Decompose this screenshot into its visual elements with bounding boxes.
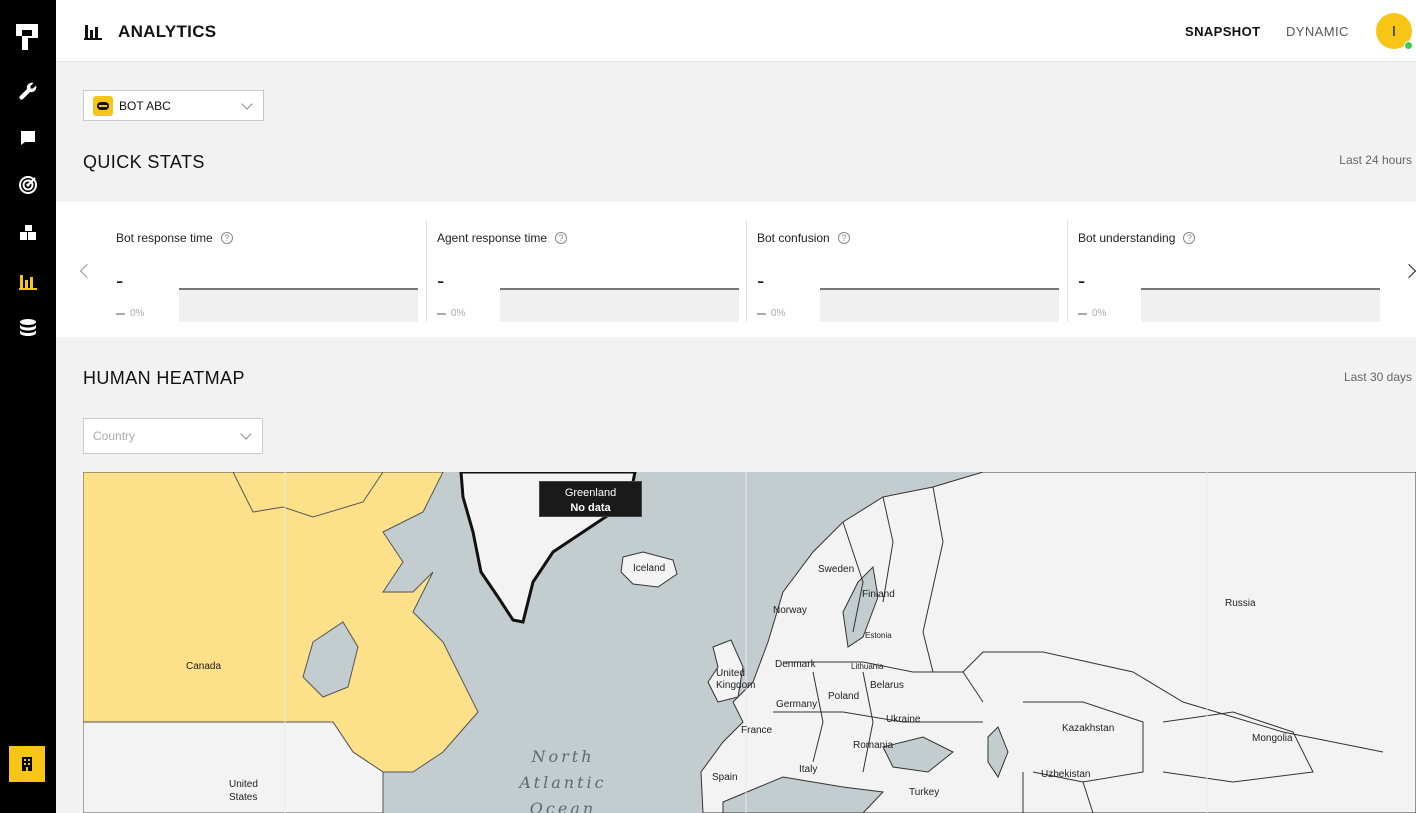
stat-card-bot-understanding: Bot understanding? - 0% — [1067, 220, 1387, 322]
sparkline — [179, 288, 418, 322]
map-label-germany: Germany — [776, 699, 818, 710]
dash-icon — [1078, 312, 1087, 315]
chevron-down-icon — [241, 98, 253, 110]
map-label-romania: Romania — [853, 740, 894, 751]
help-icon[interactable]: ? — [837, 232, 850, 244]
help-icon[interactable]: ? — [555, 232, 568, 244]
map-label-lithuania: Lithuania — [851, 662, 884, 671]
world-map — [83, 472, 1416, 813]
app-logo-icon[interactable] — [16, 24, 40, 50]
database-icon — [20, 319, 36, 336]
map-label-canada: Canada — [186, 661, 222, 672]
building-icon — [22, 757, 32, 771]
nav-item-data[interactable] — [14, 314, 42, 342]
map-label-france: France — [741, 725, 773, 736]
nav-item-integrations[interactable] — [14, 219, 42, 247]
map-tooltip: Greenland No data — [539, 481, 642, 517]
stat-label: Bot understanding — [1078, 231, 1176, 245]
sparkline — [1141, 288, 1380, 322]
stat-card-agent-response-time: Agent response time? - 0% — [426, 220, 746, 322]
chevron-down-icon — [240, 428, 252, 440]
map-label-belarus: Belarus — [870, 680, 904, 691]
map-label-denmark: Denmark — [775, 659, 816, 670]
avatar-initial: I — [1391, 22, 1397, 40]
blocks-icon — [20, 225, 36, 240]
target-icon — [19, 176, 37, 194]
stat-value: - — [116, 268, 124, 293]
dash-icon — [757, 312, 766, 315]
nav-item-goals[interactable] — [14, 171, 42, 199]
sparkline — [820, 288, 1059, 322]
dash-icon — [437, 312, 446, 315]
nav-rail — [0, 0, 56, 813]
country-select-placeholder: Country — [93, 429, 136, 443]
map-label-ukraine: Ukraine — [886, 714, 921, 725]
map-label-finland: Finland — [862, 589, 895, 600]
map-label-mongolia: Mongolia — [1252, 733, 1293, 744]
tooltip-country: Greenland — [564, 487, 617, 499]
map-label-kazakhstan: Kazakhstan — [1062, 723, 1115, 734]
heatmap-map[interactable]: Canada United States Iceland Sweden Finl… — [83, 472, 1416, 813]
bar-chart-icon — [19, 275, 37, 290]
stat-label: Bot response time — [116, 231, 213, 245]
map-label-italy: Italy — [799, 764, 818, 775]
tab-snapshot[interactable]: SNAPSHOT — [1185, 24, 1260, 39]
wrench-icon — [19, 82, 37, 100]
stat-card-bot-response-time: Bot response time? - 0% — [116, 220, 436, 322]
bot-selector-value: BOT ABC — [119, 98, 171, 113]
nav-item-analytics[interactable] — [14, 267, 42, 295]
map-label-norway: Norway — [773, 605, 807, 616]
stat-card-bot-confusion: Bot confusion? - 0% — [746, 220, 1066, 322]
carousel-next-arrow-icon[interactable] — [1401, 263, 1416, 279]
map-label-united-states: United States — [229, 779, 258, 803]
nav-item-tools[interactable] — [14, 77, 42, 105]
map-label-iceland: Iceland — [633, 563, 666, 574]
country-select-dropdown[interactable]: Country — [83, 418, 263, 454]
stat-value: - — [757, 268, 765, 293]
quick-stats-carousel: Bot response time? - 0% Agent response t… — [56, 202, 1416, 337]
map-label-poland: Poland — [828, 691, 860, 702]
carousel-prev-arrow-icon[interactable] — [79, 263, 95, 279]
sparkline — [500, 288, 739, 322]
chat-icon — [21, 131, 35, 145]
map-label-estonia: Estonia — [865, 631, 892, 640]
stat-value: - — [1078, 268, 1086, 293]
stat-change: 0% — [451, 308, 466, 319]
stat-label: Agent response time — [437, 231, 548, 245]
stat-value: - — [437, 268, 445, 293]
stat-label: Bot confusion — [757, 231, 830, 245]
stat-change: 0% — [1092, 308, 1107, 319]
quick-stats-period: Last 24 hours — [1339, 153, 1412, 167]
map-region-eurasia[interactable] — [700, 472, 1416, 813]
tooltip-value: No data — [570, 502, 611, 514]
heatmap-period: Last 30 days — [1343, 370, 1412, 384]
organization-button[interactable] — [9, 746, 45, 782]
nav-item-conversations[interactable] — [14, 124, 42, 152]
help-icon[interactable]: ? — [220, 232, 233, 244]
map-label-united-kingdom: United Kingdom — [716, 668, 756, 691]
quick-stats-title: QUICK STATS — [83, 152, 205, 172]
map-label-turkey: Turkey — [909, 787, 940, 798]
dash-icon — [116, 312, 125, 315]
help-icon[interactable]: ? — [1183, 232, 1196, 244]
map-label-sweden: Sweden — [818, 564, 855, 575]
map-label-russia: Russia — [1225, 598, 1256, 609]
stat-change: 0% — [130, 308, 145, 319]
stat-change: 0% — [771, 308, 786, 319]
top-header: ANALYTICS SNAPSHOT DYNAMIC I — [56, 0, 1416, 62]
online-status-badge — [1404, 41, 1413, 50]
bot-icon — [93, 95, 113, 116]
tab-dynamic[interactable]: DYNAMIC — [1286, 24, 1349, 39]
heatmap-title: HUMAN HEATMAP — [83, 368, 245, 388]
map-label-uzbekistan: Uzbekistan — [1041, 769, 1091, 780]
bot-selector-dropdown[interactable]: BOT ABC — [83, 90, 264, 121]
map-label-north-atlantic-ocean: North Atlantic Ocean — [519, 747, 607, 813]
bar-chart-icon — [84, 25, 102, 40]
map-label-spain: Spain — [712, 772, 738, 783]
page-title: ANALYTICS — [118, 22, 217, 41]
